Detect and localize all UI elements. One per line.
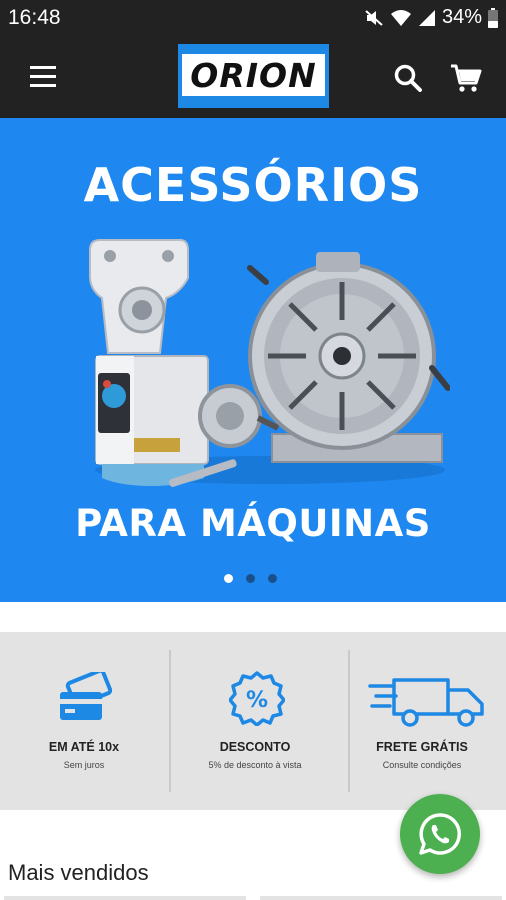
status-time: 16:48 — [8, 6, 61, 29]
menu-icon — [30, 66, 56, 87]
benefit-installments: EM ATÉ 10x Sem juros — [0, 632, 168, 810]
cart-icon — [451, 64, 482, 92]
logo-text: ORION — [190, 55, 317, 95]
menu-button[interactable] — [26, 61, 60, 93]
status-bar: 16:48 34% — [0, 0, 506, 36]
whatsapp-icon — [419, 813, 461, 855]
delivery-truck-icon — [368, 678, 484, 727]
benefit-free-shipping-title: FRETE GRÁTIS — [376, 740, 468, 754]
best-sellers-title: Mais vendidos — [8, 860, 149, 885]
promo-banner[interactable]: ACESSÓRIOS PARA MÁQUINAS — [0, 118, 506, 602]
benefit-installments-subtitle: Sem juros — [63, 760, 105, 770]
carousel-indicators — [224, 574, 277, 583]
search-button[interactable] — [392, 62, 424, 94]
machine-accessories-image — [89, 239, 450, 487]
carousel-dot-2[interactable] — [246, 574, 255, 583]
svg-text:%: % — [246, 688, 268, 713]
mute-icon — [365, 9, 383, 26]
search-icon — [394, 64, 422, 92]
carousel-dot-3[interactable] — [268, 574, 277, 583]
benefit-discount-title: DESCONTO — [219, 740, 291, 754]
wifi-icon — [390, 9, 411, 26]
battery-icon — [488, 7, 498, 28]
store-logo[interactable]: ORION — [178, 44, 329, 108]
battery-percent: 34% — [441, 6, 482, 28]
benefit-discount: % DESCONTO 5% de desconto à vista — [171, 632, 339, 810]
app-bar: ORION — [0, 36, 506, 118]
benefits-bar: EM ATÉ 10x Sem juros % DESCONTO 5% de de… — [0, 632, 506, 810]
whatsapp-button[interactable] — [400, 794, 480, 874]
benefit-discount-subtitle: 5% de desconto à vista — [208, 760, 302, 770]
banner-subtitle: PARA MÁQUINAS — [75, 502, 431, 545]
signal-icon — [418, 9, 435, 26]
benefit-free-shipping-subtitle: Consulte condições — [382, 760, 462, 770]
benefit-installments-title: EM ATÉ 10x — [48, 740, 120, 754]
carousel-dot-1[interactable] — [224, 574, 233, 583]
credit-card-icon — [60, 672, 112, 720]
benefit-free-shipping: FRETE GRÁTIS Consulte condições — [338, 632, 506, 810]
status-icons: 34% — [364, 6, 498, 29]
discount-badge-icon: % — [229, 671, 285, 726]
product-card[interactable] — [4, 896, 246, 900]
product-card[interactable] — [260, 896, 502, 900]
banner-title: ACESSÓRIOS — [83, 158, 423, 212]
cart-button[interactable] — [449, 62, 483, 94]
